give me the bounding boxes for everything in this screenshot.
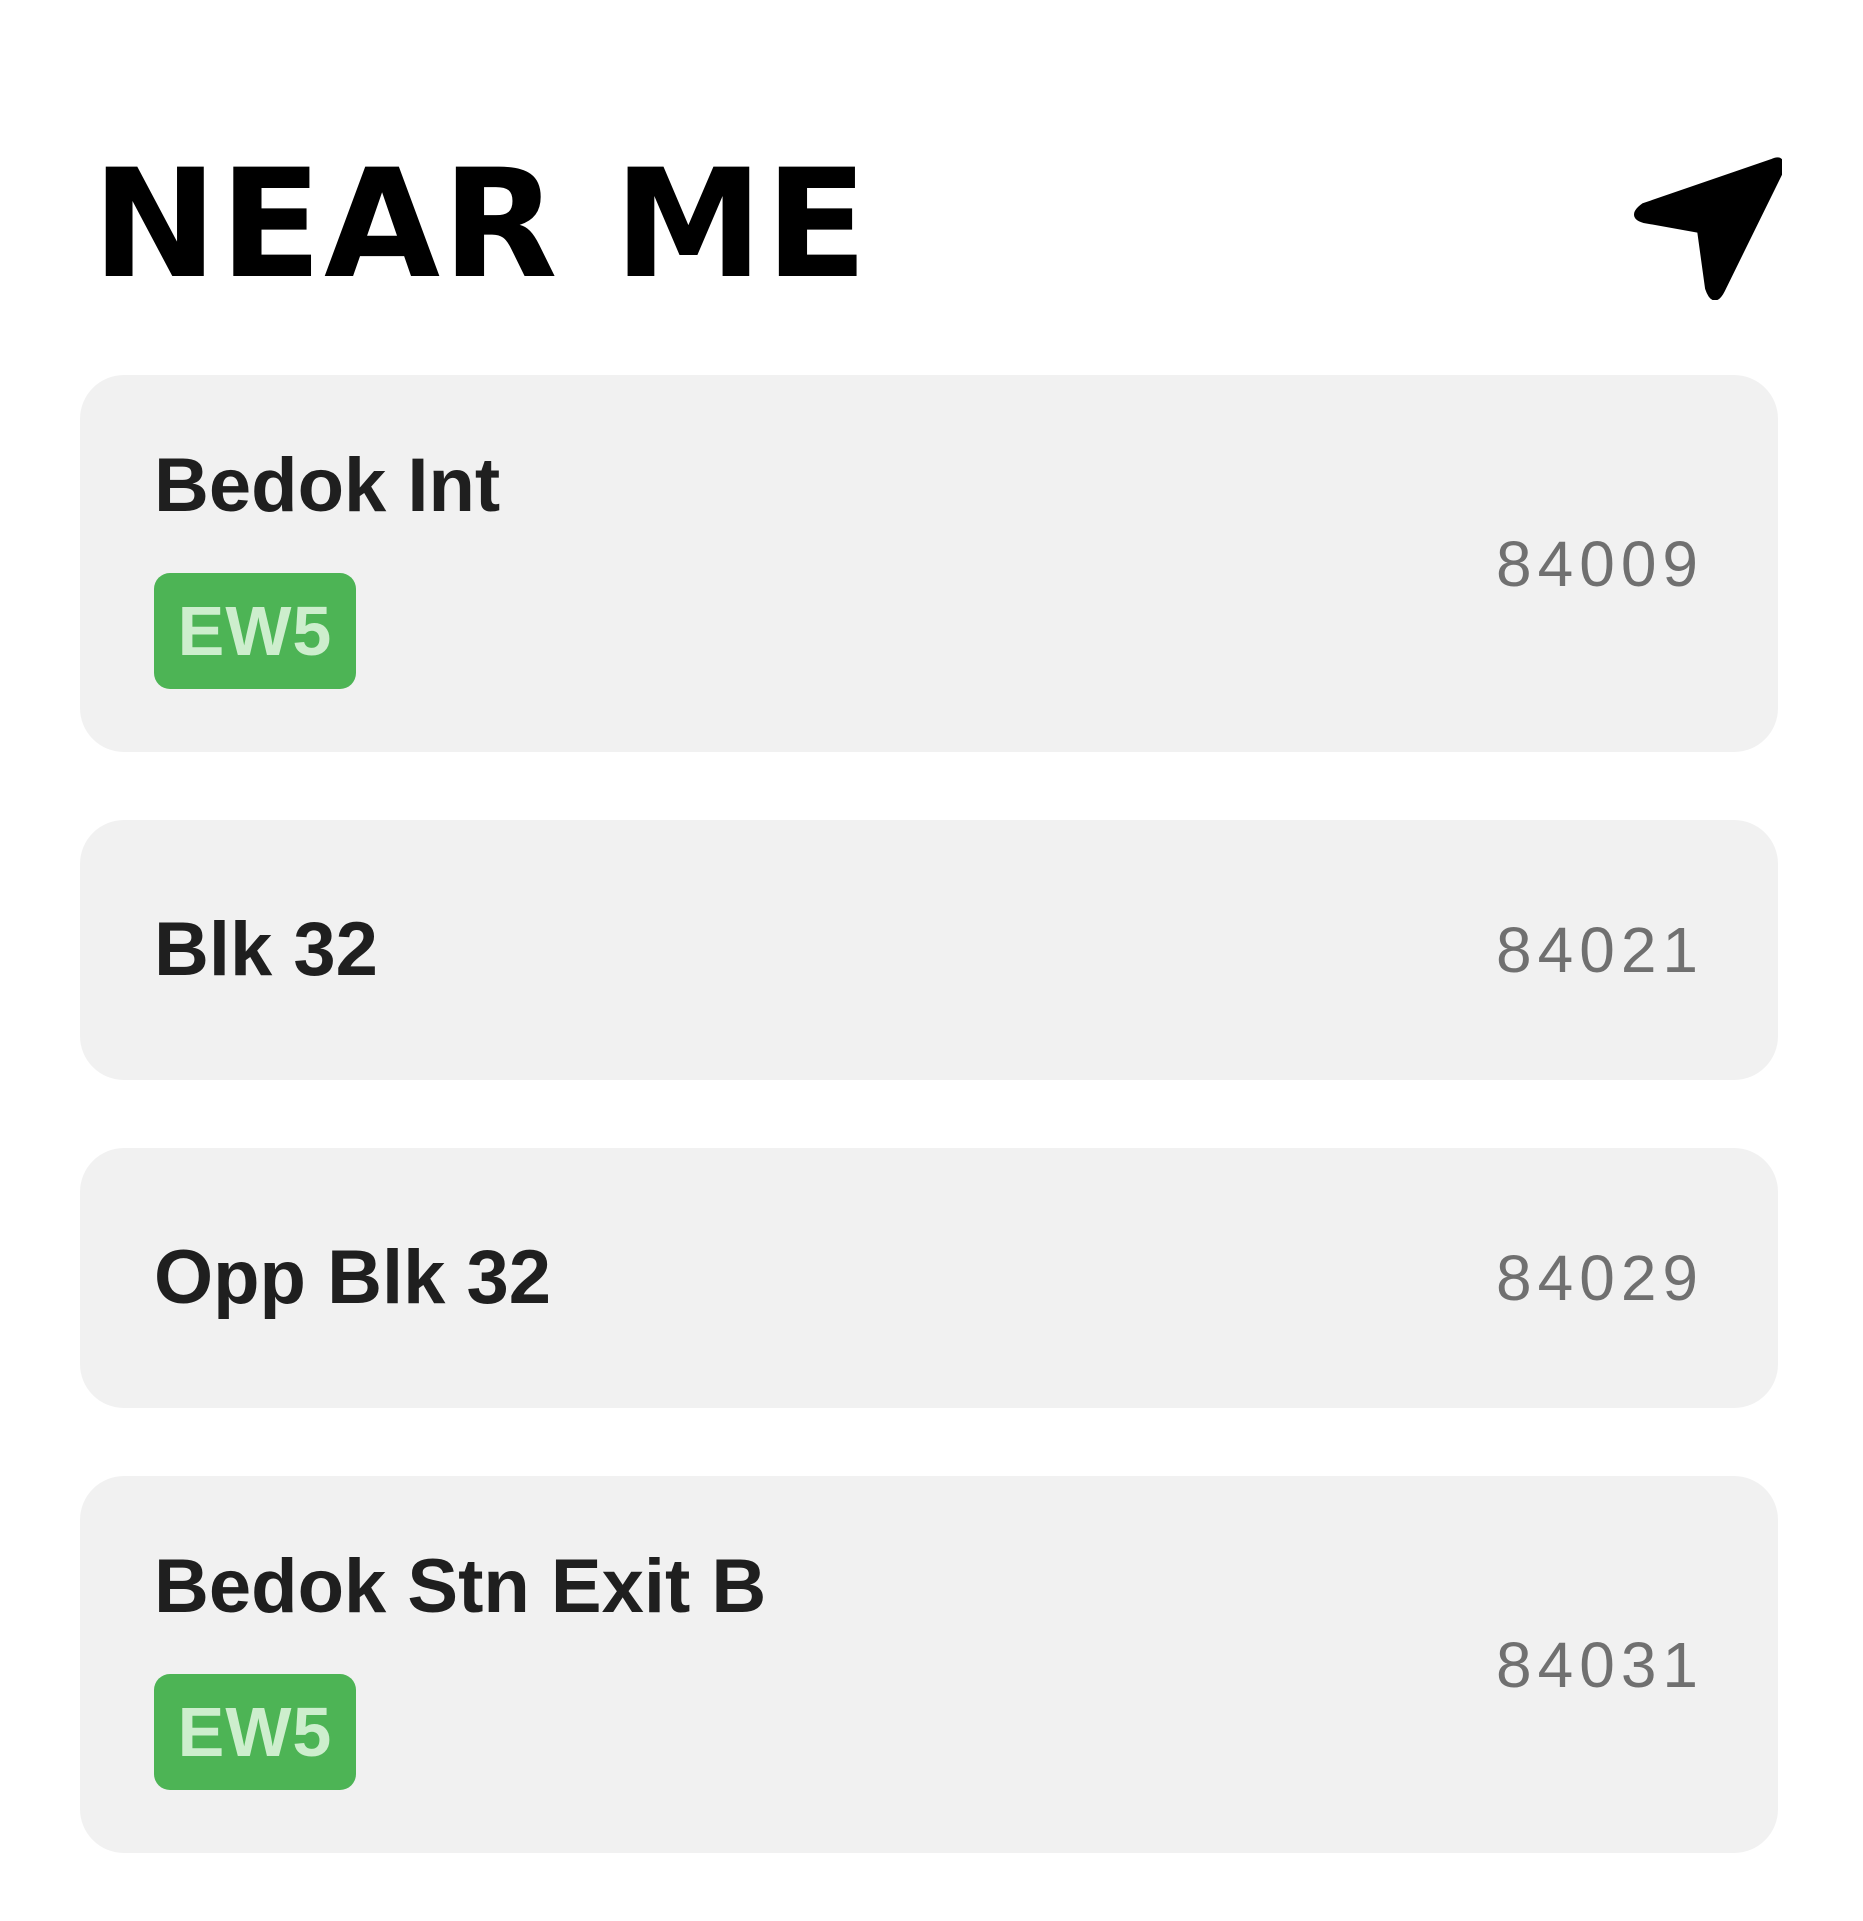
navigation-arrow-icon bbox=[1634, 157, 1782, 300]
header: NEAR ME bbox=[92, 150, 1782, 300]
line-badge: EW5 bbox=[154, 573, 356, 689]
stop-code: 84009 bbox=[1496, 527, 1704, 600]
stop-card[interactable]: Bedok Stn Exit B EW5 84031 bbox=[80, 1476, 1778, 1853]
stop-name: Bedok Stn Exit B bbox=[154, 1544, 767, 1629]
page-title: NEAR ME bbox=[92, 138, 870, 312]
stop-code: 84021 bbox=[1496, 914, 1704, 986]
stop-code: 84029 bbox=[1496, 1242, 1704, 1314]
locate-me-button[interactable] bbox=[1632, 150, 1782, 300]
stop-name: Bedok Int bbox=[154, 443, 501, 528]
stop-name: Opp Blk 32 bbox=[154, 1235, 551, 1320]
stop-name: Blk 32 bbox=[154, 907, 378, 992]
stop-code: 84031 bbox=[1496, 1628, 1704, 1701]
stop-card[interactable]: Bedok Int EW5 84009 bbox=[80, 375, 1778, 752]
line-badge: EW5 bbox=[154, 1674, 356, 1790]
nearby-stops-list: Bedok Int EW5 84009 Blk 32 84021 Opp Blk… bbox=[80, 375, 1778, 1921]
stop-card[interactable]: Blk 32 84021 bbox=[80, 820, 1778, 1080]
stop-card[interactable]: Opp Blk 32 84029 bbox=[80, 1148, 1778, 1408]
